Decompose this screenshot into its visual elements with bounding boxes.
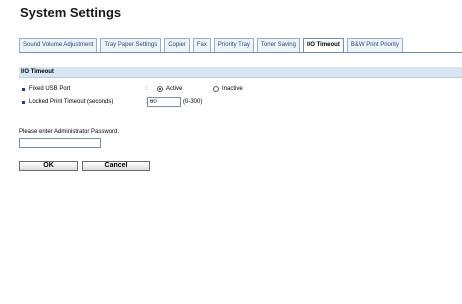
tab-tray-paper-settings[interactable]: Tray Paper Settings — [100, 38, 162, 52]
password-prompt: Please enter Administrator Password. — [19, 129, 120, 135]
fixed-usb-label: Fixed USB Port — [29, 86, 71, 92]
page-title: System Settings — [20, 5, 122, 20]
radio-button-unchecked-icon[interactable] — [213, 86, 219, 92]
locked-print-label: Locked Print Timeout (seconds) — [29, 99, 114, 105]
section-header: I/O Timeout — [19, 67, 462, 78]
radio-active-option[interactable]: Active — [157, 83, 182, 95]
fixed-usb-row: Fixed USB Port — [22, 83, 70, 95]
locked-print-row: Locked Print Timeout (seconds) — [22, 96, 113, 108]
tab-bw-print-priority[interactable]: B&W Print Priority — [346, 38, 403, 52]
tab-io-timeout[interactable]: I/O Timeout — [302, 38, 344, 52]
bullet-icon — [22, 87, 25, 91]
admin-password-input[interactable] — [19, 138, 101, 148]
tab-fax[interactable]: Fax — [192, 38, 211, 52]
radio-inactive-option[interactable]: Inactive — [213, 83, 243, 95]
tab-copier[interactable]: Copier — [164, 38, 190, 52]
tab-priority-tray[interactable]: Priority Tray — [213, 38, 254, 52]
ok-button[interactable]: OK — [19, 161, 78, 171]
radio-inactive-label: Inactive — [222, 86, 243, 92]
tab-sound-volume-adjustment[interactable]: Sound Volume Adjustment — [19, 38, 98, 52]
tab-divider — [19, 52, 462, 53]
cancel-button[interactable]: Cancel — [82, 161, 150, 171]
tab-toner-saving[interactable]: Toner Saving — [256, 38, 300, 52]
fixed-usb-separator: : — [146, 86, 148, 92]
tab-bar: Sound Volume Adjustment Tray Paper Setti… — [19, 38, 462, 52]
bullet-icon — [22, 100, 25, 104]
locked-print-timeout-input[interactable] — [147, 97, 181, 107]
radio-button-checked-icon[interactable] — [157, 86, 163, 92]
locked-print-range-hint: (0-300) — [183, 99, 203, 105]
radio-active-label: Active — [166, 86, 183, 92]
